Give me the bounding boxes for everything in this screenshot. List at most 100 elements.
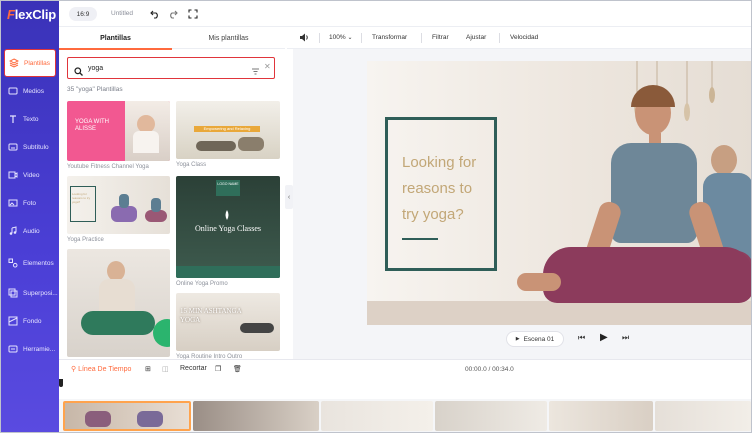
volume-icon[interactable]	[299, 32, 310, 45]
play-icon[interactable]: ▶	[600, 332, 608, 343]
subtitle-icon	[8, 142, 18, 152]
sidebar-item-label: Plantillas	[24, 59, 51, 67]
text-icon	[8, 114, 18, 124]
search-icon	[74, 63, 83, 81]
template-card[interactable]: LOGO NAME Online Yoga Classes	[176, 176, 280, 278]
search-input[interactable]	[88, 61, 238, 75]
add-scene-icon[interactable]: ⊞	[145, 365, 151, 373]
filter-icon[interactable]	[251, 63, 260, 81]
sidebar-item-label: Elementos	[23, 259, 54, 267]
sidebar-item-media[interactable]: Medios	[1, 77, 59, 105]
template-card[interactable]: YOGA WITH ALISSE	[67, 101, 170, 161]
project-title[interactable]: Untitled	[111, 10, 133, 17]
top-bar: 16:9 Untitled	[59, 1, 751, 27]
sidebar-item-label: Superposi...	[23, 289, 58, 297]
toolbar-divider	[421, 33, 422, 43]
quote-frame[interactable]: Looking for reasons to try yoga?	[385, 117, 497, 271]
transform-button[interactable]: Transformar	[372, 34, 407, 41]
timeline-clip[interactable]	[549, 401, 653, 431]
tools-icon	[8, 344, 18, 354]
duplicate-icon[interactable]: ❐	[215, 365, 221, 373]
overlay-icon	[8, 288, 18, 298]
sidebar-item-templates[interactable]: Plantillas	[4, 49, 56, 77]
aspect-ratio-button[interactable]: 16:9	[69, 7, 97, 21]
timeline-toggle[interactable]: ⚲ Línea De Tiempo	[71, 365, 131, 373]
flexclip-editor: FlexClip Plantillas Medios Texto Subtítu…	[0, 0, 752, 433]
template-search: ✕	[67, 57, 275, 79]
quote-text[interactable]: Looking for reasons to try yoga?	[402, 150, 492, 228]
sidebar-item-video[interactable]: Video	[1, 161, 59, 189]
template-card[interactable]: 15 MIN ASHTANGA YOGA	[176, 293, 280, 351]
template-icon	[9, 58, 19, 68]
sidebar-item-overlay[interactable]: Superposi...	[1, 279, 59, 307]
scene-label: Escena 01	[523, 335, 555, 343]
template-caption: Online Yoga Promo	[176, 281, 228, 287]
elements-icon	[8, 258, 18, 268]
next-scene-icon[interactable]: ⏭	[622, 333, 629, 343]
video-preview[interactable]: Looking for reasons to try yoga?	[367, 61, 751, 325]
timeline-ruler[interactable]	[59, 379, 751, 399]
sidebar-item-background[interactable]: Fondo	[1, 307, 59, 335]
sidebar-item-label: Texto	[23, 115, 39, 123]
sidebar-item-elements[interactable]: Elementos	[1, 249, 59, 277]
scene-selector[interactable]: ▶ Escena 01	[506, 331, 564, 347]
tab-my-templates[interactable]: Mis plantillas	[172, 27, 285, 49]
sidebar-item-photo[interactable]: Foto	[1, 189, 59, 217]
filter-button[interactable]: Filtrar	[432, 34, 449, 41]
sidebar-item-tools[interactable]: Herramie...	[1, 335, 59, 363]
delete-icon[interactable]: 🗑	[233, 365, 242, 373]
sidebar: FlexClip Plantillas Medios Texto Subtítu…	[1, 1, 59, 432]
lotus-icon	[222, 208, 232, 220]
audio-icon	[8, 226, 18, 236]
timeline-clip[interactable]	[63, 401, 191, 431]
toolbar-divider	[361, 33, 362, 43]
sidebar-item-label: Video	[23, 171, 40, 179]
previous-scene-icon[interactable]: ⏮	[578, 333, 585, 343]
redo-icon[interactable]	[167, 8, 179, 20]
panel-tabs: Plantillas Mis plantillas	[59, 27, 285, 50]
playhead[interactable]	[59, 379, 63, 387]
template-card[interactable]: Empowering and Relaxing	[176, 101, 280, 159]
adjust-button[interactable]: Ajustar	[466, 34, 486, 41]
app-logo[interactable]: FlexClip	[7, 7, 56, 25]
timeline-icon: ⚲	[71, 366, 77, 373]
template-overlay-text: 15 MIN ASHTANGA YOGA	[180, 307, 242, 324]
sidebar-item-label: Herramie...	[23, 345, 56, 353]
timeline-label: Línea De Tiempo	[78, 366, 132, 373]
template-card[interactable]	[67, 249, 170, 357]
sidebar-item-text[interactable]: Texto	[1, 105, 59, 133]
template-overlay-text: Empowering and Relaxing	[194, 126, 260, 132]
edit-toolbar: 100% ⌄ Transformar Filtrar Ajustar Veloc…	[287, 27, 751, 49]
fullscreen-icon[interactable]	[187, 8, 199, 20]
tab-templates[interactable]: Plantillas	[59, 27, 172, 50]
sidebar-item-label: Fondo	[23, 317, 42, 325]
timeline-time: 00:00.0 / 00:34.0	[465, 366, 514, 373]
media-icon	[8, 86, 18, 96]
zoom-select[interactable]: 100% ⌄	[329, 34, 352, 41]
split-icon[interactable]: ◫	[162, 365, 169, 373]
collapse-panel-handle[interactable]: ‹	[285, 185, 293, 209]
template-caption: Yoga Class	[176, 162, 207, 168]
trim-button[interactable]: Recortar	[180, 365, 207, 372]
speed-button[interactable]: Velocidad	[510, 34, 538, 41]
timeline-clip[interactable]	[321, 401, 433, 431]
undo-icon[interactable]	[149, 8, 161, 20]
sidebar-item-label: Medios	[23, 87, 44, 95]
quote-underline	[402, 238, 438, 240]
chevron-down-icon: ⌄	[347, 35, 353, 41]
sidebar-item-label: Foto	[23, 199, 37, 207]
timeline-clip[interactable]	[435, 401, 547, 431]
template-caption: Yoga Practice	[67, 237, 104, 243]
template-overlay-text: YOGA WITH ALISSE	[75, 119, 110, 132]
clear-search-icon[interactable]: ✕	[264, 62, 271, 71]
toolbar-divider	[319, 33, 320, 43]
sidebar-item-subtitle[interactable]: Subtítulo	[1, 133, 59, 161]
chevron-left-icon: ‹	[287, 193, 291, 201]
sidebar-item-label: Subtítulo	[23, 143, 49, 151]
template-card[interactable]: Looking for reasons to try yoga?	[67, 176, 170, 234]
sidebar-item-label: Audio	[23, 227, 40, 235]
timeline-toolbar: ⚲ Línea De Tiempo ⊞ ◫ Recortar ❐ 🗑 00:00…	[59, 359, 751, 379]
timeline-clip[interactable]	[655, 401, 751, 431]
timeline-clip[interactable]	[193, 401, 319, 431]
sidebar-item-audio[interactable]: Audio	[1, 217, 59, 245]
